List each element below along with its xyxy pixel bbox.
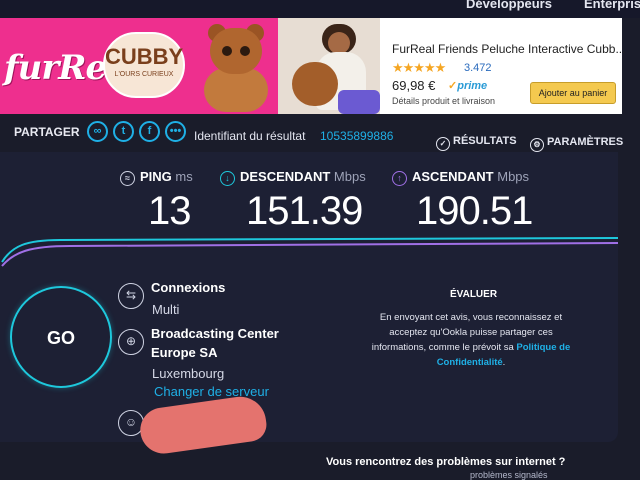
check-circle-icon: ✓ (436, 137, 450, 151)
advertisement-banner[interactable]: furReal CUBBY L'OURS CURIEUX FurReal Fri… (0, 18, 625, 114)
download-arrow-icon: ↓ (220, 171, 235, 186)
result-id-label: Identifiant du résultat (194, 129, 306, 143)
rating-count[interactable]: 3.472 (464, 62, 492, 74)
cubby-badge: CUBBY L'OURS CURIEUX (103, 32, 185, 98)
go-label: GO (46, 328, 75, 348)
share-label: PARTAGER (14, 125, 80, 139)
globe-icon: ⊕ (118, 329, 144, 355)
problems-subtext: problèmes signalés (470, 470, 548, 480)
evaluate-title: ÉVALUER (450, 289, 498, 300)
cubby-title: CUBBY (105, 44, 184, 69)
link-icon[interactable]: ∞ (87, 121, 108, 142)
ping-header: ≈ PING ms (120, 169, 193, 186)
product-details-link[interactable]: Détails produit et livraison (392, 96, 495, 106)
connections-value: Multi (152, 302, 180, 317)
nav-developers[interactable]: Développeurs (466, 0, 552, 11)
change-server-link[interactable]: Changer de serveur (154, 384, 269, 399)
rating-stars: ★★★★★ (392, 60, 446, 75)
speed-graph (1, 237, 619, 267)
add-to-cart-button[interactable]: Ajouter au panier (530, 82, 616, 104)
bear-toy-image (196, 22, 276, 112)
ping-value: 13 (148, 189, 191, 233)
top-nav: Développeurs Enterpris (0, 0, 640, 18)
product-price: 69,98 € (392, 78, 436, 93)
server-location: Luxembourg (152, 366, 225, 381)
evaluate-text-line4: Confidentialité. (436, 357, 506, 368)
more-icon[interactable]: ••• (165, 121, 186, 142)
facebook-icon[interactable]: f (139, 121, 160, 142)
download-header: ↓ DESCENDANT Mbps (220, 169, 366, 186)
problems-heading[interactable]: Vous rencontrez des problèmes sur intern… (326, 456, 565, 468)
server-name: Broadcasting Center (151, 326, 279, 341)
server-name-line2: Europe SA (151, 345, 218, 360)
results-link[interactable]: ✓ RÉSULTATS (436, 135, 517, 151)
privacy-policy-link-end[interactable]: Confidentialité (437, 357, 503, 368)
product-photo (278, 18, 380, 114)
product-name[interactable]: FurReal Friends Peluche Interactive Cubb… (392, 42, 625, 56)
connections-icon: ⇆ (118, 283, 144, 309)
privacy-policy-link[interactable]: Politique de (516, 342, 570, 353)
twitter-icon[interactable]: t (113, 121, 134, 142)
ad-pink-panel: furReal CUBBY L'OURS CURIEUX (0, 18, 278, 114)
download-value: 151.39 (246, 189, 363, 233)
gear-icon: ⚙ (530, 138, 544, 152)
upload-header: ↑ ASCENDANT Mbps (392, 169, 529, 186)
upload-arrow-icon: ↑ (392, 171, 407, 186)
connections-title: Connexions (151, 280, 226, 295)
result-id[interactable]: 10535899886 (320, 129, 393, 143)
settings-link[interactable]: ⚙ PARAMÈTRES (530, 136, 623, 152)
upload-value: 190.51 (416, 189, 533, 233)
evaluate-text-line1: En envoyant cet avis, vous reconnaissez … (379, 312, 563, 323)
nav-enterprise[interactable]: Enterpris (584, 0, 640, 11)
evaluate-text-line2: acceptez qu'Ookla puisse partager ces (389, 327, 553, 338)
prime-badge: ✓prime (448, 80, 488, 92)
check-icon: ✓ (448, 80, 458, 92)
go-button[interactable]: GO (10, 286, 112, 388)
evaluate-text-line3: informations, comme le prévoit sa Politi… (371, 342, 571, 353)
cubby-subtitle: L'OURS CURIEUX (114, 71, 174, 78)
ping-icon: ≈ (120, 171, 135, 186)
